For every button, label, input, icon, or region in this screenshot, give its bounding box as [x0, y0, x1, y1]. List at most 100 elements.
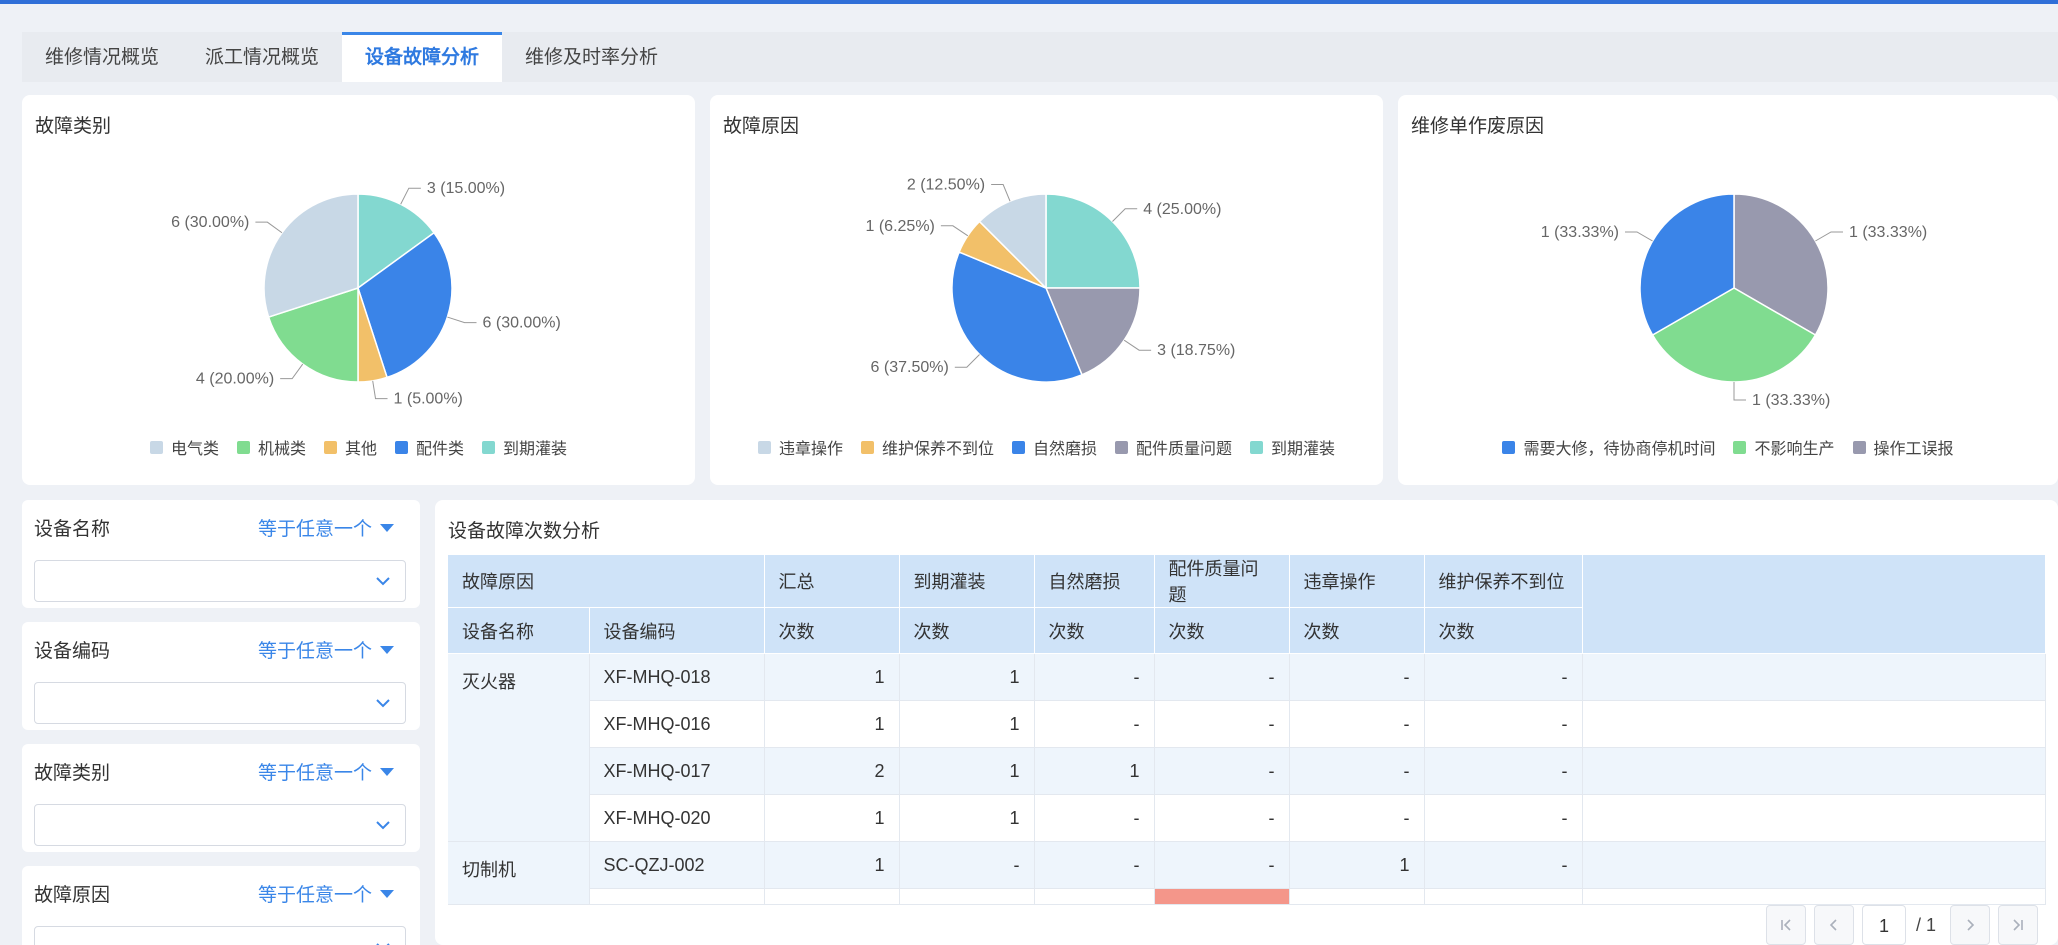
header-cell[interactable]: 次数	[1424, 607, 1583, 654]
chevron-down-icon	[376, 943, 390, 945]
tab-dispatch-overview[interactable]: 派工情况概览	[182, 32, 342, 82]
header-cell[interactable]: 维护保养不到位	[1424, 555, 1583, 608]
chart-legend: 电气类 机械类 其他 配件类 到期灌装	[22, 435, 695, 459]
chart-card-fault-category: 故障类别 3 (15.00%) 6 (30.00%) 1 (5.00%) 4 (20.…	[22, 95, 695, 485]
legend-label: 电气类	[170, 441, 219, 458]
legend-label: 需要大修，待协商停机时间	[1523, 441, 1716, 458]
legend-item[interactable]: 需要大修，待协商停机时间	[1502, 435, 1715, 459]
header-cell[interactable]: 设备名称	[448, 607, 590, 654]
count-cell: 2	[764, 747, 900, 795]
device-code-cell: SC-QZJ-002	[589, 841, 765, 889]
pagination: 1 / 1	[1765, 905, 2038, 945]
header-filler	[1582, 555, 2046, 654]
filter-operator-dropdown[interactable]: 等于任意一个	[258, 758, 394, 785]
legend-swatch	[1733, 440, 1747, 454]
device-name-cell: 切制机	[448, 841, 590, 905]
tab-repair-overview[interactable]: 维修情况概览	[22, 32, 182, 82]
top-accent-bar	[0, 0, 2058, 4]
header-cell[interactable]: 次数	[764, 607, 900, 654]
legend-item[interactable]: 违章操作	[757, 435, 843, 459]
count-cell: -	[1289, 700, 1425, 748]
table-row	[448, 888, 2046, 905]
filler-cell	[1582, 888, 2046, 905]
count-cell: -	[1154, 794, 1290, 842]
first-page-button[interactable]	[1765, 905, 1806, 945]
filter-label: 设备编码	[34, 641, 111, 662]
filter-operator-dropdown[interactable]: 等于任意一个	[258, 636, 394, 663]
table-row: 切制机 SC-QZJ-002 1 - - - 1 -	[448, 841, 2046, 905]
legend-item[interactable]: 到期灌装	[1250, 435, 1335, 459]
legend-item[interactable]: 其他	[323, 435, 377, 459]
first-page-icon	[1781, 919, 1791, 931]
filter-select[interactable]	[34, 560, 406, 602]
prev-page-button[interactable]	[1813, 905, 1854, 945]
legend-swatch	[757, 440, 771, 454]
pie-slice[interactable]	[1045, 193, 1141, 289]
header-cell[interactable]: 次数	[1154, 607, 1290, 654]
filter-select[interactable]	[34, 804, 406, 846]
header-cell[interactable]: 次数	[1034, 607, 1155, 654]
legend-item[interactable]: 电气类	[149, 435, 219, 459]
filter-operator-dropdown[interactable]: 等于任意一个	[258, 514, 394, 541]
fault-count-table: 故障原因 汇总 到期灌装 自然磨损 配件质量问题 违章操作 维护保养不到位 设备…	[448, 555, 2046, 905]
chevron-right-icon	[1967, 919, 1975, 931]
legend-swatch	[1852, 440, 1866, 454]
table-row: XF-MHQ-020 1 1 - - - -	[448, 794, 2046, 842]
header-cell[interactable]: 到期灌装	[899, 555, 1035, 608]
tab-timeliness-analysis[interactable]: 维修及时率分析	[502, 32, 681, 82]
filter-select[interactable]	[34, 926, 406, 945]
slice-value-label: 1 (33.33%)	[1752, 392, 1830, 409]
count-cell: -	[1289, 794, 1425, 842]
legend-item[interactable]: 自然磨损	[1011, 435, 1097, 459]
page-number-input[interactable]: 1	[1861, 905, 1906, 945]
count-cell: 1	[899, 700, 1035, 748]
header-cell[interactable]: 次数	[899, 607, 1035, 654]
device-code-cell: XF-MHQ-016	[589, 700, 765, 748]
filter-label: 故障类别	[34, 763, 111, 784]
chevron-down-icon	[376, 821, 390, 830]
tab-fault-analysis[interactable]: 设备故障分析	[342, 32, 503, 82]
label-leader-line	[1815, 231, 1843, 242]
legend-label: 配件类	[416, 441, 465, 458]
last-page-button[interactable]	[1998, 905, 2038, 945]
header-cell[interactable]: 自然磨损	[1034, 555, 1155, 608]
count-cell: 1	[899, 747, 1035, 795]
slice-value-label: 3 (15.00%)	[427, 180, 505, 197]
filter-device-code: 设备编码 等于任意一个	[22, 622, 420, 730]
filter-operator-dropdown[interactable]: 等于任意一个	[258, 880, 394, 907]
pie-chart-fault-category: 3 (15.00%) 6 (30.00%) 1 (5.00%) 4 (20.00%) 6…	[171, 180, 561, 407]
next-page-button[interactable]	[1950, 905, 1990, 945]
legend-swatch	[1250, 440, 1264, 454]
count-cell: -	[1424, 747, 1583, 795]
filter-label: 设备名称	[34, 519, 111, 540]
header-cell[interactable]: 汇总	[764, 555, 900, 608]
legend-item[interactable]: 机械类	[236, 435, 306, 459]
count-cell: -	[1424, 794, 1583, 842]
legend-item[interactable]: 配件类	[395, 435, 464, 459]
legend-item[interactable]: 到期灌装	[482, 435, 567, 459]
legend-label: 违章操作	[778, 441, 843, 458]
legend-swatch	[149, 440, 163, 454]
count-cell: -	[1034, 653, 1155, 701]
legend-item[interactable]: 配件质量问题	[1115, 435, 1232, 459]
legend-swatch	[1115, 440, 1128, 454]
legend-item[interactable]: 不影响生产	[1733, 435, 1835, 459]
header-cell[interactable]: 配件质量问题	[1154, 555, 1290, 608]
table-row: XF-MHQ-017 2 1 1 - - -	[448, 747, 2046, 795]
filter-select[interactable]	[34, 682, 406, 724]
table-header-row: 故障原因 汇总 到期灌装 自然磨损 配件质量问题 违章操作 维护保养不到位	[448, 555, 2046, 654]
header-cell[interactable]: 故障原因	[448, 555, 765, 608]
header-cell[interactable]: 设备编码	[589, 607, 765, 654]
filter-operator-label: 等于任意一个	[257, 519, 372, 540]
filter-operator-label: 等于任意一个	[257, 885, 372, 906]
filter-device-name: 设备名称 等于任意一个	[22, 500, 420, 608]
count-cell: 1	[899, 794, 1035, 842]
header-cell[interactable]: 违章操作	[1289, 555, 1425, 608]
slice-value-label: 1 (33.33%)	[1541, 224, 1619, 241]
count-cell: 1	[1289, 841, 1425, 889]
legend-item[interactable]: 维护保养不到位	[860, 435, 994, 459]
label-leader-line	[991, 184, 1011, 202]
legend-item[interactable]: 操作工误报	[1852, 435, 1954, 459]
header-cell[interactable]: 次数	[1289, 607, 1425, 654]
pie-chart-fault-reason: 4 (25.00%) 3 (18.75%) 6 (37.50%) 1 (6.25%) 2…	[866, 177, 1235, 383]
